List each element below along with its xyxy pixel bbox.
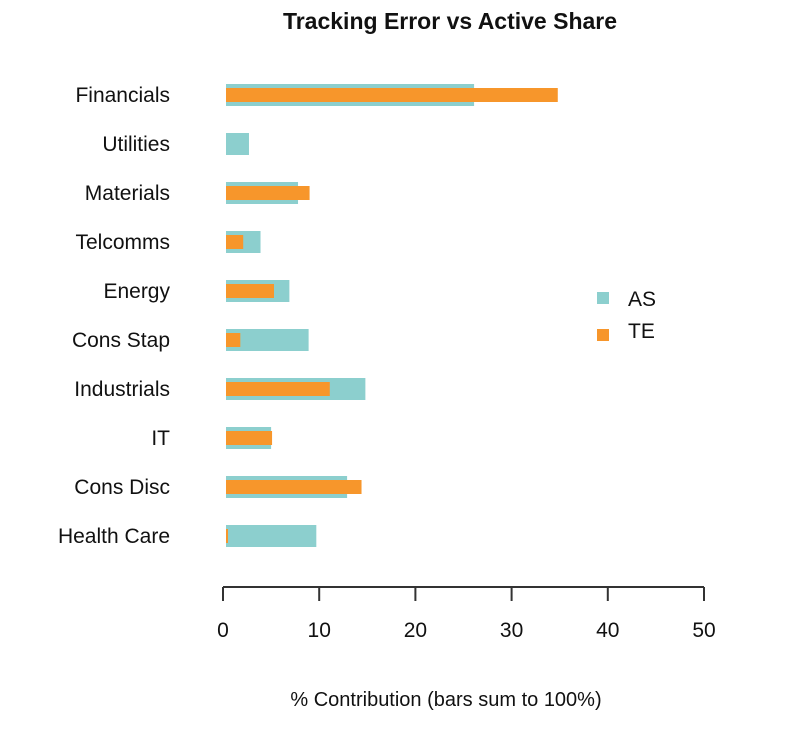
legend: AS TE	[597, 288, 656, 343]
category-label: Industrials	[74, 378, 170, 401]
bar-te-telcomms	[226, 235, 244, 249]
x-tick-label: 10	[308, 619, 331, 642]
legend-swatch-as	[597, 292, 609, 304]
x-tick-label: 30	[500, 619, 523, 642]
category-label: Energy	[103, 280, 170, 303]
bar-te-energy	[226, 284, 274, 298]
x-tick-label: 40	[596, 619, 619, 642]
category-label: Health Care	[58, 525, 170, 548]
bars-layer	[226, 84, 558, 547]
bar-te-industrials	[226, 382, 330, 396]
category-label: Materials	[85, 182, 170, 205]
category-label: IT	[151, 427, 170, 450]
x-axis-label: % Contribution (bars sum to 100%)	[290, 689, 601, 711]
bar-te-it	[226, 431, 273, 445]
x-tick-label: 50	[692, 619, 715, 642]
bar-chart: Financials Utilities Materials Telcomms Ener…	[58, 84, 716, 711]
category-labels: Financials Utilities Materials Telcomms Ener…	[58, 84, 171, 548]
x-tick-label: 0	[217, 619, 229, 642]
bar-te-health-care	[226, 529, 228, 543]
bar-te-cons-stap	[226, 333, 241, 347]
bar-te-financials	[226, 88, 558, 102]
category-label: Telcomms	[75, 231, 170, 254]
bar-as-utilities	[226, 133, 249, 155]
x-axis: 0 10 20 30 40 50	[217, 586, 716, 642]
category-label: Utilities	[102, 133, 170, 156]
category-label: Cons Disc	[74, 476, 170, 499]
category-label: Cons Stap	[72, 329, 170, 352]
bar-te-cons-disc	[226, 480, 362, 494]
x-tick-label: 20	[404, 619, 427, 642]
legend-label-as: AS	[628, 288, 656, 311]
category-label: Financials	[75, 84, 170, 107]
bar-as-health-care	[226, 525, 317, 547]
legend-label-te: TE	[628, 320, 655, 343]
bar-te-materials	[226, 186, 310, 200]
legend-swatch-te	[597, 329, 609, 341]
